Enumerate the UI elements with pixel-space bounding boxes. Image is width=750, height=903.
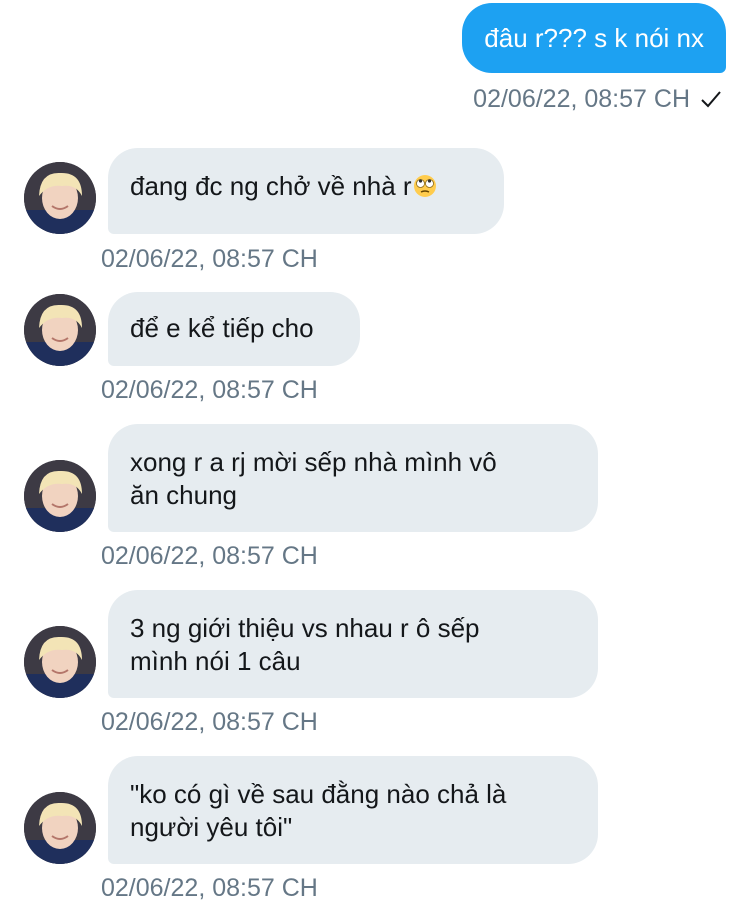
received-message-bubble[interactable]: để e kể tiếp cho xyxy=(108,292,360,366)
message-text-line: mình nói 1 câu xyxy=(130,646,301,676)
message-timestamp: 02/06/22, 08:57 CH xyxy=(101,245,318,273)
message-text-line: xong r a rj mời sếp nhà mình vô xyxy=(130,447,497,477)
received-message-bubble[interactable]: xong r a rj mời sếp nhà mình vô ăn chung xyxy=(108,424,598,532)
received-message-bubble[interactable]: đang đc ng chở về nhà r xyxy=(108,148,504,234)
avatar[interactable] xyxy=(24,626,96,698)
message-text: đang đc ng chở về nhà r xyxy=(130,171,412,201)
message-timestamp: 02/06/22, 08:57 CH xyxy=(101,376,318,404)
message-text-line: ăn chung xyxy=(130,480,237,510)
sent-message-bubble[interactable]: đâu r??? s k nói nx xyxy=(462,3,726,73)
avatar[interactable] xyxy=(24,162,96,234)
sent-message-text: đâu r??? s k nói nx xyxy=(484,23,704,53)
message-text-line: 3 ng giới thiệu vs nhau r ô sếp xyxy=(130,613,480,643)
face-with-rolling-eyes-icon xyxy=(413,175,436,197)
received-message-bubble[interactable]: "ko có gì về sau đằng nào chả là người y… xyxy=(108,756,598,864)
avatar[interactable] xyxy=(24,294,96,366)
message-timestamp: 02/06/22, 08:57 CH xyxy=(101,542,318,570)
avatar[interactable] xyxy=(24,792,96,864)
message-timestamp: 02/06/22, 08:57 CH xyxy=(101,708,318,736)
avatar[interactable] xyxy=(24,460,96,532)
message-text-line: người yêu tôi" xyxy=(130,812,293,842)
sent-message-meta: 02/06/22, 08:57 CH xyxy=(473,82,722,116)
message-text: để e kể tiếp cho xyxy=(130,313,314,343)
received-message-bubble[interactable]: 3 ng giới thiệu vs nhau r ô sếp mình nói… xyxy=(108,590,598,698)
checkmark-icon xyxy=(701,91,721,108)
message-text-line: "ko có gì về sau đằng nào chả là xyxy=(130,779,507,809)
sent-message-timestamp: 02/06/22, 08:57 CH xyxy=(473,84,690,113)
